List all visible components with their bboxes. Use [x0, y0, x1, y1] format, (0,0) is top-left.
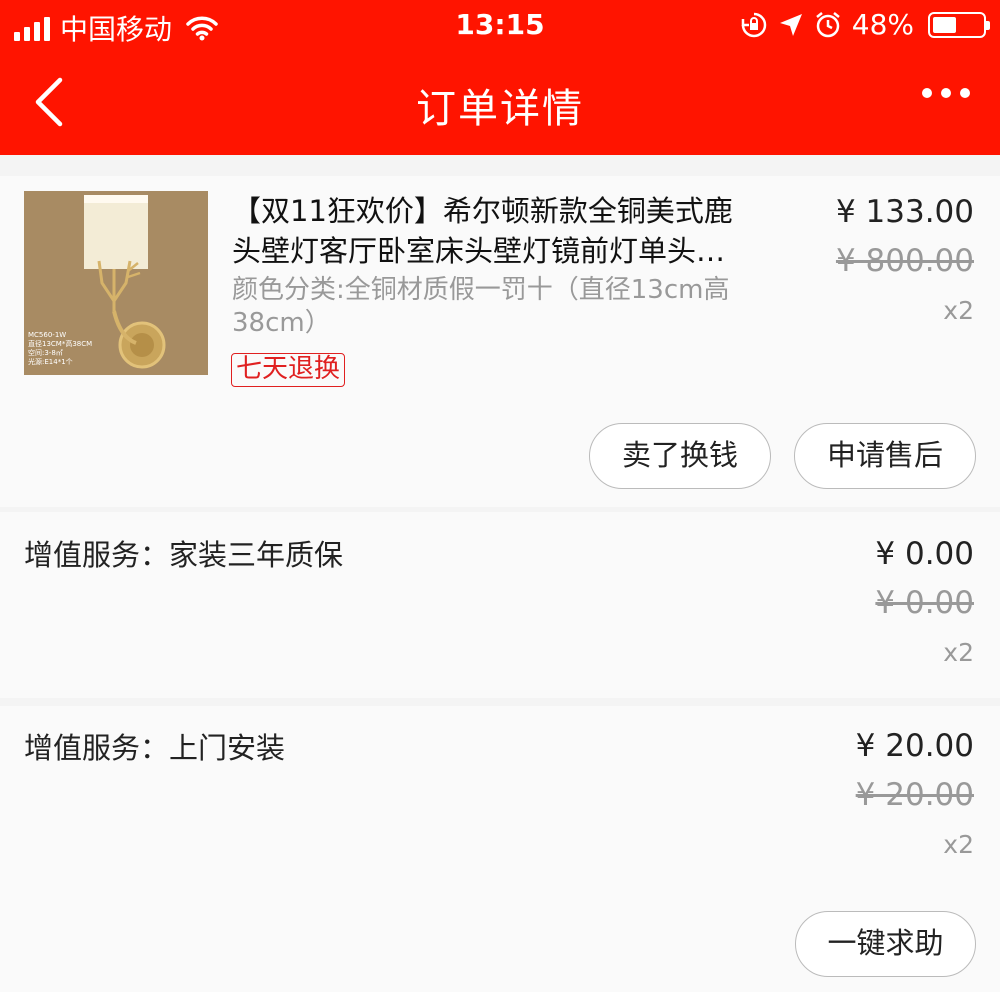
product-image[interactable]: MC560-1W 直径13CM*高38CM 空间:3-8㎡ 光源:E14*1个: [24, 191, 208, 375]
product-name-line2: 头壁灯客厅卧室床头壁灯镜前灯单头…: [232, 234, 726, 268]
product-name[interactable]: 【双11狂欢价】希尔顿新款全铜美式鹿 头壁灯客厅卧室床头壁灯镜前灯单头…: [232, 191, 792, 271]
service-label: 增值服务：家装三年质保: [24, 538, 344, 572]
service-original-price: ¥ 20.00: [855, 777, 974, 813]
product-price: ¥ 133.00: [835, 194, 974, 230]
service-label: 增值服务：上门安装: [24, 731, 286, 765]
service-quantity: x2: [943, 638, 974, 667]
product-quantity: x2: [943, 296, 974, 325]
service-price: ¥ 20.00: [855, 728, 974, 764]
top-bar: 中国移动 13:15 48% 订单详情: [0, 0, 1000, 155]
product-card: MC560-1W 直径13CM*高38CM 空间:3-8㎡ 光源:E14*1个 …: [0, 176, 1000, 507]
service-price: ¥ 0.00: [875, 536, 974, 572]
product-original-price: ¥ 800.00: [835, 243, 974, 279]
more-icon[interactable]: [922, 88, 970, 98]
location-icon: [779, 13, 802, 36]
service-quantity: x2: [943, 830, 974, 859]
product-attributes: 颜色分类:全铜材质假一罚十（直径13cm高38cm）: [232, 275, 730, 338]
sell-button[interactable]: 卖了换钱: [589, 423, 771, 489]
nav-bar: 订单详情: [0, 60, 1000, 145]
rotation-lock-icon: [741, 12, 766, 37]
battery-percent: 48%: [851, 8, 914, 41]
product-name-line1: 【双11狂欢价】希尔顿新款全铜美式鹿: [232, 194, 733, 228]
after-sale-button[interactable]: 申请售后: [794, 423, 976, 489]
service-card-warranty: 增值服务：家装三年质保 ¥ 0.00 ¥ 0.00 x2: [0, 512, 1000, 698]
status-right: 48%: [740, 8, 990, 41]
status-bar: 中国移动 13:15 48%: [0, 0, 1000, 50]
product-image-label: MC560-1W 直径13CM*高38CM 空间:3-8㎡ 光源:E14*1个: [28, 331, 93, 366]
service-original-price: ¥ 0.00: [875, 585, 974, 621]
battery-icon: [928, 11, 990, 38]
return-tag: 七天退换: [231, 353, 346, 387]
help-button[interactable]: 一键求助: [795, 911, 976, 977]
alarm-icon: [815, 11, 840, 37]
page-title: 订单详情: [416, 86, 584, 132]
service-card-installation: 增值服务：上门安装 ¥ 20.00 ¥ 20.00 x2 一键求助: [0, 706, 1000, 992]
